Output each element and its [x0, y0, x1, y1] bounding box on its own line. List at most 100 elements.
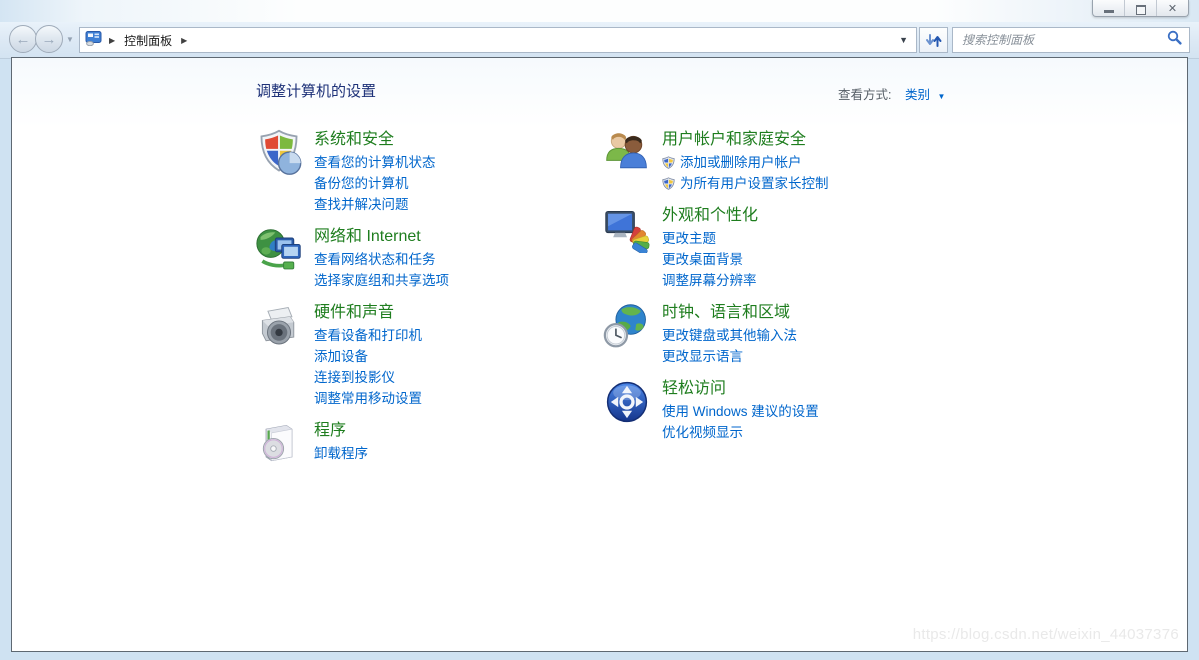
task-link[interactable]: 更改键盘或其他输入法 [662, 325, 797, 346]
ease-of-access-icon[interactable] [603, 378, 651, 426]
search-icon[interactable] [1167, 30, 1182, 50]
task-link[interactable]: 为所有用户设置家长控制 [662, 173, 829, 194]
category-system-and-security: 系统和安全查看您的计算机状态 备份您的计算机查找并解决问题 [255, 129, 590, 215]
category-text-block: 轻松访问使用 Windows 建议的设置 优化视频显示 [662, 378, 819, 443]
category-text-block: 用户帐户和家庭安全添加或删除用户帐户为所有用户设置家长控制 [662, 129, 829, 194]
network-internet-icon[interactable] [255, 226, 303, 274]
task-link[interactable]: 连接到投影仪 [314, 367, 422, 388]
task-link[interactable]: 调整屏幕分辨率 [662, 270, 758, 291]
watermark-text: https://blog.csdn.net/weixin_44037376 [912, 626, 1179, 643]
address-dropdown-icon[interactable]: ▼ [899, 35, 911, 45]
address-bar[interactable]: ▶ 控制面板 ▶ ▼ [79, 27, 917, 53]
task-link[interactable]: 添加或删除用户帐户 [662, 152, 829, 173]
breadcrumb-control-panel[interactable]: 控制面板 [122, 30, 174, 51]
category-text-block: 程序 卸载程序 [314, 420, 368, 468]
close-button[interactable]: ✕ [1157, 0, 1188, 16]
category-title-hardware-and-sound[interactable]: 硬件和声音 [314, 302, 422, 323]
category-hardware-and-sound: 硬件和声音查看设备和打印机添加设备连接到投影仪调整常用移动设置 [255, 302, 590, 409]
category-column-left: 系统和安全 查看您的计算机状态 备份您的计算机 查找并解决问题 网络和 Internet… [255, 129, 590, 479]
task-link[interactable]: 查看设备和打印机 [314, 325, 422, 346]
category-text-block: 时钟、语言和区域更改键盘或其他输入法 更改显示语言 [662, 302, 797, 367]
page-title: 调整计算机的设置 [256, 83, 377, 100]
task-link-label: 查看设备和打印机 [314, 328, 422, 343]
clock-language-region-icon[interactable] [603, 302, 651, 350]
nav-history-buttons: ← → ▼ [9, 25, 74, 53]
task-link[interactable]: 卸载程序 [314, 443, 368, 464]
task-link-label: 查看您的计算机状态 [314, 155, 436, 170]
view-by-control: 查看方式: 类别 ▼ [838, 84, 945, 103]
task-link-label: 使用 Windows 建议的设置 [662, 404, 819, 419]
forward-button[interactable]: → [35, 25, 63, 53]
category-title-appearance-and-personalization[interactable]: 外观和个性化 [662, 205, 758, 226]
appearance-personalization-icon[interactable] [603, 205, 651, 253]
task-link[interactable]: 添加设备 [314, 346, 422, 367]
task-link[interactable]: 查找并解决问题 [314, 194, 436, 215]
category-title-system-and-security[interactable]: 系统和安全 [314, 129, 436, 150]
task-link-label: 为所有用户设置家长控制 [680, 176, 829, 191]
task-link-label: 连接到投影仪 [314, 370, 395, 385]
forward-icon: → [41, 30, 57, 48]
breadcrumb-arrow-icon[interactable]: ▶ [181, 36, 187, 45]
task-link[interactable]: 更改桌面背景 [662, 249, 758, 270]
task-link-label: 卸载程序 [314, 446, 368, 461]
task-link-label: 选择家庭组和共享选项 [314, 273, 449, 288]
task-link-label: 更改主题 [662, 231, 716, 246]
task-link[interactable]: 更改主题 [662, 228, 758, 249]
task-link-label: 更改桌面背景 [662, 252, 743, 267]
category-network-and-internet: 网络和 Internet 查看网络状态和任务选择家庭组和共享选项 [255, 226, 590, 291]
category-title-ease-of-access[interactable]: 轻松访问 [662, 378, 819, 399]
breadcrumb-arrow-icon[interactable]: ▶ [109, 36, 115, 45]
category-title-user-accounts-and-family-safety[interactable]: 用户帐户和家庭安全 [662, 129, 829, 150]
maximize-button[interactable] [1125, 0, 1157, 16]
task-link[interactable]: 使用 Windows 建议的设置 [662, 401, 819, 422]
task-link-label: 优化视频显示 [662, 425, 743, 440]
recent-pages-dropdown[interactable]: ▼ [66, 35, 74, 44]
view-by-label: 查看方式: [838, 88, 892, 102]
back-button[interactable]: ← [9, 25, 37, 53]
category-title-clock-language-and-region[interactable]: 时钟、语言和区域 [662, 302, 797, 323]
task-link[interactable]: 调整常用移动设置 [314, 388, 422, 409]
minimize-button[interactable] [1093, 0, 1125, 16]
user-accounts-icon[interactable] [603, 129, 651, 177]
refresh-icon [925, 33, 941, 47]
view-by-value-link[interactable]: 类别 [905, 88, 930, 102]
task-link[interactable]: 备份您的计算机 [314, 173, 436, 194]
close-icon: ✕ [1167, 2, 1178, 15]
system-security-shield-icon[interactable] [255, 129, 303, 177]
uac-shield-icon [662, 177, 675, 190]
category-text-block: 外观和个性化更改主题更改桌面背景 调整屏幕分辨率 [662, 205, 758, 291]
programs-icon[interactable] [255, 420, 303, 468]
uac-shield-icon [662, 156, 675, 169]
control-panel-home: 调整计算机的设置 查看方式: 类别 ▼ 系统和安全查看您的计算机状态 备份您的计算… [11, 57, 1188, 652]
category-text-block: 硬件和声音查看设备和打印机添加设备连接到投影仪调整常用移动设置 [314, 302, 422, 409]
task-link-label: 备份您的计算机 [314, 176, 409, 191]
task-link[interactable]: 优化视频显示 [662, 422, 819, 443]
minimize-icon [1103, 10, 1114, 13]
task-link-label: 添加或删除用户帐户 [680, 155, 802, 170]
search-input[interactable] [960, 32, 1167, 48]
back-icon: ← [15, 30, 31, 48]
task-link[interactable]: 查看您的计算机状态 [314, 152, 436, 173]
task-link[interactable]: 查看网络状态和任务 [314, 249, 449, 270]
category-appearance-and-personalization: 外观和个性化更改主题更改桌面背景 调整屏幕分辨率 [603, 205, 1003, 291]
category-title-programs[interactable]: 程序 [314, 420, 368, 441]
category-ease-of-access: 轻松访问使用 Windows 建议的设置 优化视频显示 [603, 378, 1003, 443]
view-by-dropdown-icon[interactable]: ▼ [937, 92, 945, 101]
search-box [952, 27, 1190, 53]
control-panel-icon [85, 31, 102, 49]
category-title-network-and-internet[interactable]: 网络和 Internet [314, 226, 449, 247]
category-column-right: 用户帐户和家庭安全添加或删除用户帐户为所有用户设置家长控制外观和个性化更改主题更… [603, 129, 1003, 454]
category-text-block: 网络和 Internet 查看网络状态和任务选择家庭组和共享选项 [314, 226, 449, 291]
hardware-sound-icon[interactable] [255, 302, 303, 350]
task-link-label: 调整屏幕分辨率 [662, 273, 757, 288]
category-clock-language-and-region: 时钟、语言和区域更改键盘或其他输入法 更改显示语言 [603, 302, 1003, 367]
navigation-bar: ← → ▼ ▶ 控制面板 ▶ ▼ [0, 22, 1199, 59]
task-link-label: 更改显示语言 [662, 349, 743, 364]
task-link-label: 调整常用移动设置 [314, 391, 422, 406]
maximize-icon [1135, 4, 1146, 15]
task-link-label: 更改键盘或其他输入法 [662, 328, 797, 343]
window-controls: ✕ [1092, 0, 1189, 17]
task-link[interactable]: 选择家庭组和共享选项 [314, 270, 449, 291]
task-link[interactable]: 更改显示语言 [662, 346, 797, 367]
refresh-button[interactable] [919, 27, 948, 53]
